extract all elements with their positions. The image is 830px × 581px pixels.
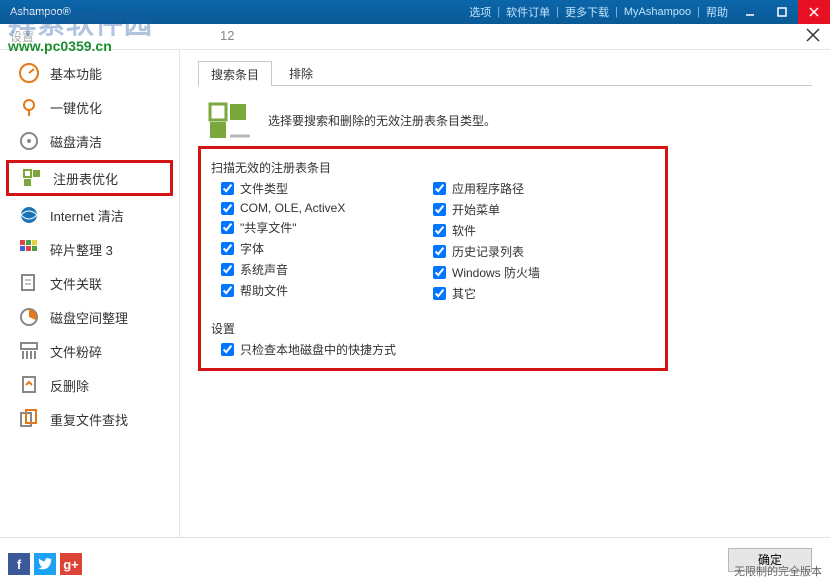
finger-tap-icon <box>18 96 40 118</box>
defrag-icon <box>18 238 40 260</box>
check-history-lists[interactable]: 历史记录列表 <box>433 243 645 260</box>
app-name: Ashampoo® <box>10 6 463 18</box>
titlebar-link-myashampoo[interactable]: MyAshampoo <box>618 6 697 18</box>
check-shared-files[interactable]: "共享文件" <box>221 219 433 236</box>
titlebar-link-options[interactable]: 选项 <box>463 4 497 20</box>
check-local-shortcuts-only[interactable]: 只检查本地磁盘中的快捷方式 <box>221 341 645 358</box>
googleplus-button[interactable]: g+ <box>60 553 82 575</box>
content-area: 搜索条目 排除 选择要搜索和删除的无效注册表条目类型。 扫描无效的注册表条目 文… <box>180 50 830 537</box>
sidebar-item-label: 一键优化 <box>50 98 102 117</box>
sidebar-item-registry[interactable]: 注册表优化 <box>6 160 173 196</box>
close-button[interactable] <box>798 0 830 24</box>
group-settings-title: 设置 <box>201 314 665 341</box>
disk-space-icon <box>18 306 40 328</box>
dialog-header: 设置 12 <box>0 24 830 50</box>
sidebar-item-diskclean[interactable]: 磁盘清洁 <box>0 124 179 158</box>
sidebar-item-label: Internet 清洁 <box>50 206 124 225</box>
tabs: 搜索条目 排除 <box>198 60 812 86</box>
facebook-button[interactable]: f <box>8 553 30 575</box>
close-icon <box>809 7 819 17</box>
footer: f g+ 确定 无限制的完全版本 <box>0 537 830 581</box>
titlebar-link-help[interactable]: 帮助 <box>700 4 734 20</box>
check-windows-firewall[interactable]: Windows 防火墙 <box>433 264 645 281</box>
registry-icon <box>21 167 43 189</box>
minimize-icon <box>745 7 755 17</box>
description-text: 选择要搜索和删除的无效注册表条目类型。 <box>268 112 496 129</box>
titlebar: Ashampoo® 选项 | 软件订单 | 更多下载 | MyAshampoo … <box>0 0 830 24</box>
check-software[interactable]: 软件 <box>433 222 645 239</box>
sidebar-item-diskspace[interactable]: 磁盘空间整理 <box>0 300 179 334</box>
sidebar-item-label: 文件关联 <box>50 274 102 293</box>
check-filetypes[interactable]: 文件类型 <box>221 180 433 197</box>
twitter-icon <box>38 558 52 570</box>
check-fonts[interactable]: 字体 <box>221 240 433 257</box>
check-app-paths[interactable]: 应用程序路径 <box>433 180 645 197</box>
sidebar-item-label: 注册表优化 <box>53 169 118 188</box>
sidebar-item-label: 重复文件查找 <box>50 410 128 429</box>
sidebar-item-label: 基本功能 <box>50 64 102 83</box>
sidebar-item-label: 磁盘空间整理 <box>50 308 128 327</box>
check-system-sounds[interactable]: 系统声音 <box>221 261 433 278</box>
maximize-button[interactable] <box>766 0 798 24</box>
sidebar: 基本功能 一键优化 磁盘清洁 注册表优化 Internet 清洁 碎片整理 3 … <box>0 50 180 537</box>
sidebar-item-undelete[interactable]: 反删除 <box>0 368 179 402</box>
breadcrumb: 设置 <box>10 28 34 45</box>
globe-icon <box>18 204 40 226</box>
sidebar-item-defrag[interactable]: 碎片整理 3 <box>0 232 179 266</box>
titlebar-link-downloads[interactable]: 更多下载 <box>559 4 615 20</box>
settings-redbox: 扫描无效的注册表条目 文件类型 COM, OLE, ActiveX "共享文件"… <box>198 146 668 371</box>
gauge-icon <box>18 62 40 84</box>
maximize-icon <box>777 7 787 17</box>
tab-exclude[interactable]: 排除 <box>276 60 326 85</box>
sidebar-item-label: 碎片整理 3 <box>50 240 113 259</box>
close-icon <box>806 28 820 42</box>
check-com-ole[interactable]: COM, OLE, ActiveX <box>221 201 433 215</box>
group-scan-title: 扫描无效的注册表条目 <box>201 153 665 180</box>
sidebar-item-label: 反删除 <box>50 376 89 395</box>
shredder-icon <box>18 340 40 362</box>
sidebar-item-label: 文件粉碎 <box>50 342 102 361</box>
minimize-button[interactable] <box>734 0 766 24</box>
check-start-menu[interactable]: 开始菜单 <box>433 201 645 218</box>
duplicate-icon <box>18 408 40 430</box>
version-suffix: 12 <box>220 28 234 43</box>
undelete-icon <box>18 374 40 396</box>
titlebar-link-orders[interactable]: 软件订单 <box>500 4 556 20</box>
sidebar-item-label: 磁盘清洁 <box>50 132 102 151</box>
check-help-files[interactable]: 帮助文件 <box>221 282 433 299</box>
sidebar-item-internet[interactable]: Internet 清洁 <box>0 198 179 232</box>
dialog-close-button[interactable] <box>806 28 820 45</box>
file-link-icon <box>18 272 40 294</box>
twitter-button[interactable] <box>34 553 56 575</box>
tab-search-items[interactable]: 搜索条目 <box>198 61 272 86</box>
registry-large-icon <box>206 100 254 140</box>
edition-text: 无限制的完全版本 <box>734 563 822 579</box>
sidebar-item-fileassoc[interactable]: 文件关联 <box>0 266 179 300</box>
check-other[interactable]: 其它 <box>433 285 645 302</box>
sidebar-item-shred[interactable]: 文件粉碎 <box>0 334 179 368</box>
sidebar-item-basic[interactable]: 基本功能 <box>0 56 179 90</box>
sidebar-item-dupefind[interactable]: 重复文件查找 <box>0 402 179 436</box>
sidebar-item-oneclick[interactable]: 一键优化 <box>0 90 179 124</box>
disk-icon <box>18 130 40 152</box>
